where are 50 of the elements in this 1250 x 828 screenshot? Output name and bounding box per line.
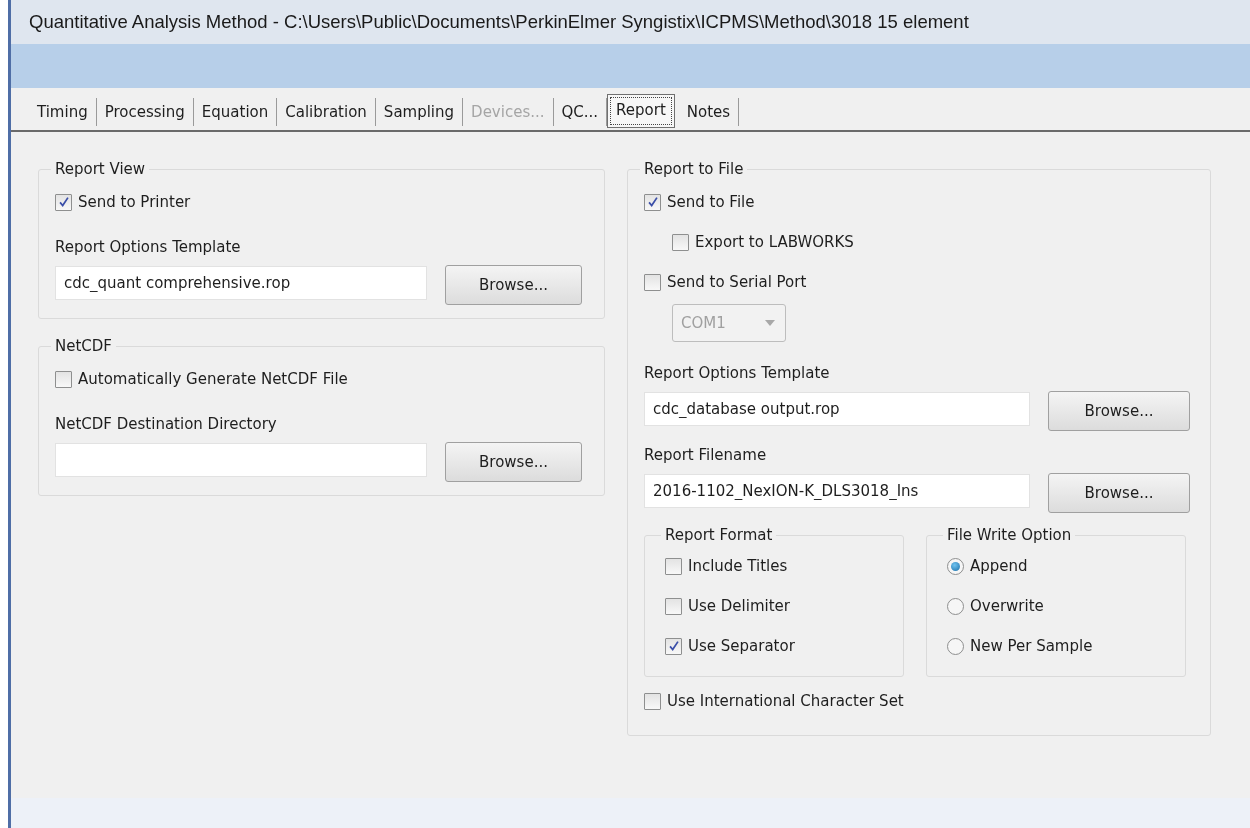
group-title: File Write Option: [946, 526, 1073, 544]
tab[interactable]: Equation: [193, 98, 278, 126]
checkbox[interactable]: [644, 193, 661, 211]
tab[interactable]: Notes: [678, 98, 740, 126]
browse-button[interactable]: Browse...: [1048, 391, 1190, 431]
checkbox[interactable]: [644, 273, 661, 291]
tab[interactable]: Processing: [96, 98, 194, 126]
checkbox[interactable]: [665, 557, 682, 575]
checkbox-label[interactable]: Send to File: [667, 193, 755, 211]
browse-button[interactable]: Browse...: [445, 265, 582, 305]
checkbox[interactable]: [665, 637, 682, 655]
checkbox-label[interactable]: Use Separator: [688, 637, 795, 655]
checkbox[interactable]: [55, 193, 72, 211]
tab[interactable]: Report: [607, 94, 675, 128]
checkbox[interactable]: [644, 692, 661, 710]
checkbox[interactable]: [665, 597, 682, 615]
checkbox-label[interactable]: Send to Serial Port: [667, 273, 807, 291]
caret-icon: [765, 320, 775, 326]
checkbox-label[interactable]: Export to LABWORKS: [695, 233, 854, 251]
radio-button[interactable]: [947, 557, 964, 575]
radio-label[interactable]: Overwrite: [970, 597, 1044, 615]
field-label: Report Filename: [644, 445, 768, 466]
tab[interactable]: Sampling: [375, 98, 464, 126]
window-title: Quantitative Analysis Method - C:\Users\Public\Documents\PerkinElmer Syngistix\ICPMS\Method\3018 15 element: [29, 11, 969, 33]
tab[interactable]: Calibration: [277, 98, 376, 126]
group-title: NetCDF: [54, 337, 113, 355]
group-title: Report View: [54, 160, 147, 178]
browse-button[interactable]: Browse...: [1048, 473, 1190, 513]
radio-label[interactable]: Append: [970, 557, 1028, 575]
checkbox-label[interactable]: Send to Printer: [78, 193, 191, 211]
group-title: Report to File: [643, 160, 745, 178]
tab[interactable]: Timing: [29, 98, 97, 126]
checkbox-label[interactable]: Use International Character Set: [667, 692, 904, 710]
radio-label[interactable]: New Per Sample: [970, 637, 1093, 655]
checkbox[interactable]: [672, 233, 689, 251]
radio-button[interactable]: [947, 597, 964, 615]
checkbox-label[interactable]: Automatically Generate NetCDF File: [78, 370, 348, 388]
text-field[interactable]: [55, 443, 427, 477]
text-field[interactable]: 2016-1102_NexION-K_DLS3018_Ins: [644, 474, 1030, 508]
field-label: Report Options Template: [644, 363, 831, 384]
field-label: NetCDF Destination Directory: [55, 414, 278, 435]
checkbox[interactable]: [55, 370, 72, 388]
text-field[interactable]: cdc_quant comprehensive.rop: [55, 266, 427, 300]
radio-button[interactable]: [947, 637, 964, 655]
checkbox-label[interactable]: Include Titles: [688, 557, 788, 575]
browse-button[interactable]: Browse...: [445, 442, 582, 482]
checkbox-label[interactable]: Use Delimiter: [688, 597, 790, 615]
text-field[interactable]: cdc_database output.rop: [644, 392, 1030, 426]
group-title: Report Format: [664, 526, 774, 544]
field-label: Report Options Template: [55, 237, 242, 258]
